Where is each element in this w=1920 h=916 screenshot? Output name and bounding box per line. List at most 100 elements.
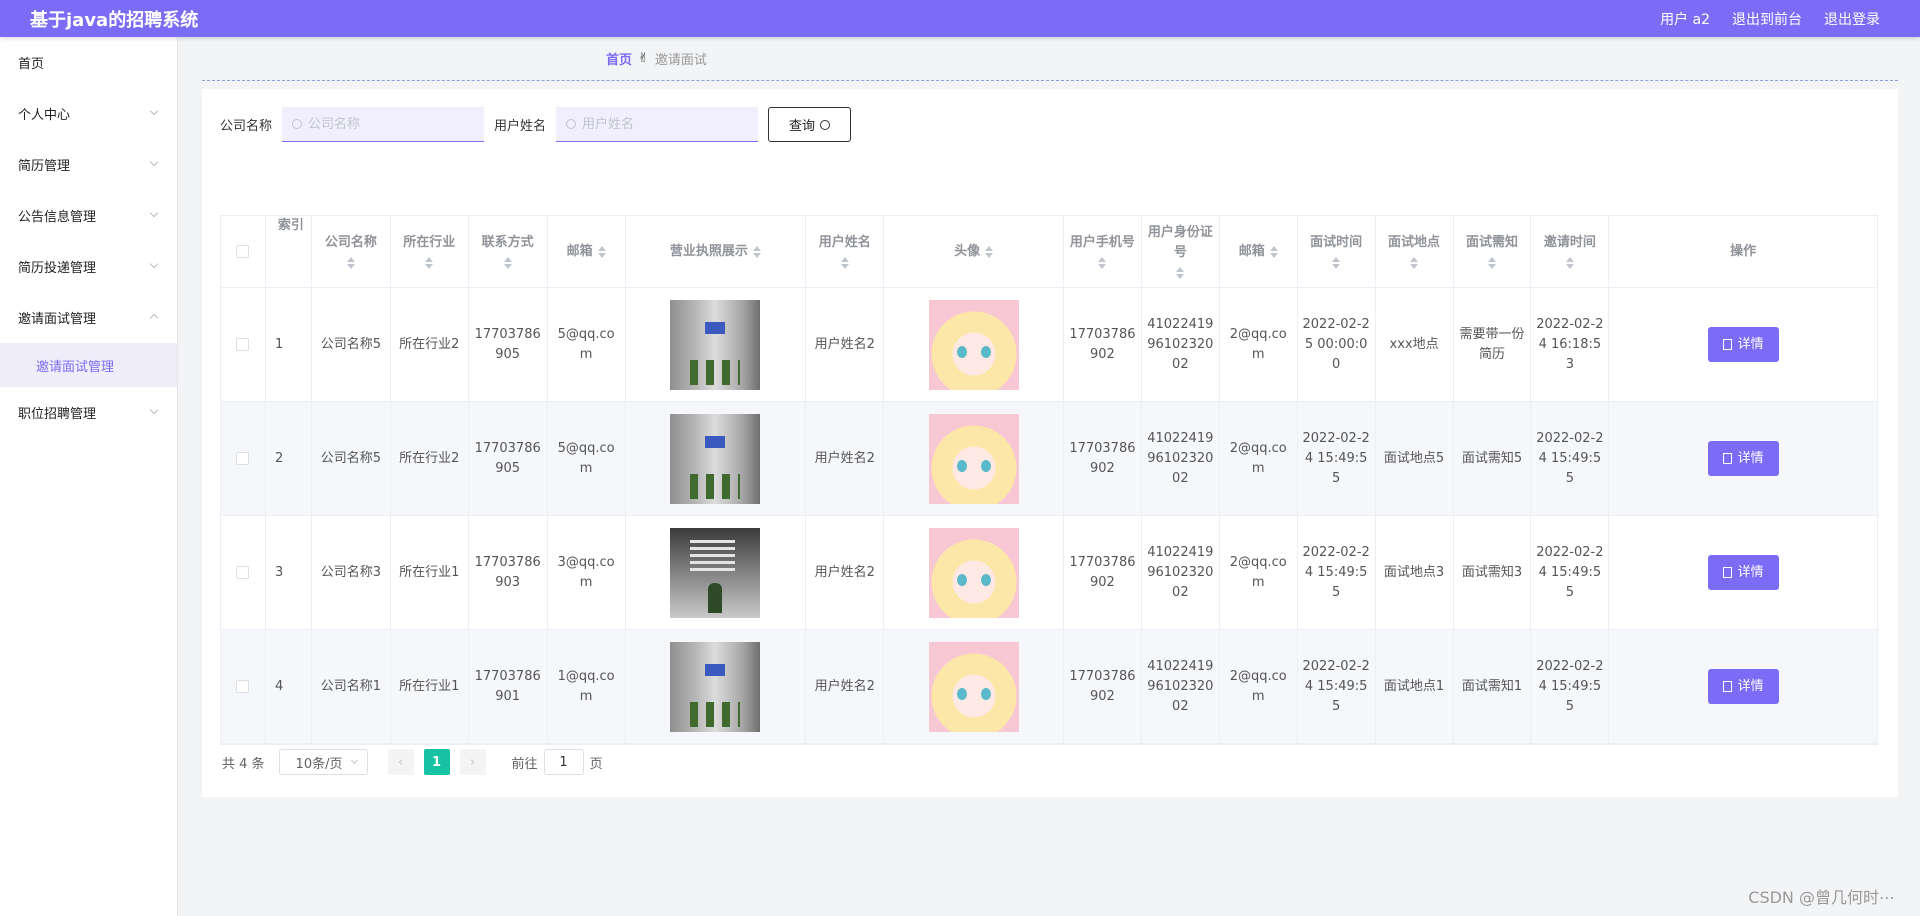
sort-icon[interactable] [1410, 255, 1419, 271]
query-button[interactable]: 查询 [768, 107, 852, 142]
license-image[interactable] [670, 641, 761, 732]
sort-icon[interactable] [1565, 255, 1574, 271]
detail-button[interactable]: 详情 [1707, 555, 1779, 590]
cell-user-phone: 17703786902 [1064, 516, 1142, 629]
username-search-input[interactable] [582, 116, 743, 132]
cell-user-phone: 17703786902 [1064, 288, 1142, 401]
header-company[interactable]: 公司名称 [312, 216, 391, 287]
current-user[interactable]: 用户 a2 [1660, 9, 1710, 29]
company-label: 公司名称 [220, 119, 273, 134]
sidebar-item-interview-invite[interactable]: 邀请面试管理 [0, 292, 177, 343]
company-search-input[interactable] [308, 116, 469, 132]
cell-interview-time: 2022-02-24 15:49:55 [1298, 402, 1376, 515]
prev-page-button[interactable]: ‹ [387, 749, 414, 775]
sort-icon[interactable] [1269, 244, 1278, 260]
sort-icon[interactable] [1098, 255, 1107, 271]
cell-user-idcard: 410224199610232002 [1142, 516, 1220, 629]
license-image[interactable] [670, 413, 761, 504]
page-number-current[interactable]: 1 [423, 749, 450, 775]
header-email[interactable]: 邮箱 [548, 216, 626, 287]
cell-company: 公司名称1 [312, 630, 391, 743]
sort-icon[interactable] [425, 255, 434, 271]
next-page-button[interactable]: › [459, 749, 486, 775]
logout-link[interactable]: 退出登录 [1824, 9, 1880, 29]
license-image[interactable] [670, 299, 761, 390]
sidebar-item-announcement[interactable]: 公告信息管理 [0, 190, 177, 241]
sort-icon[interactable] [840, 255, 849, 271]
page-size-select[interactable]: 10条/页 [278, 749, 368, 775]
breadcrumb-current: 邀请面试 [654, 53, 707, 68]
sidebar-item-label: 简历管理 [18, 159, 71, 174]
sidebar-item-label: 简历投递管理 [18, 261, 97, 276]
header-user-idcard[interactable]: 用户身份证号 [1142, 216, 1220, 287]
header-actions: 操作 [1730, 243, 1757, 259]
cell-contact: 17703786903 [469, 516, 548, 629]
detail-button[interactable]: 详情 [1707, 441, 1779, 476]
sort-icon[interactable] [597, 244, 606, 260]
cell-index: 1 [266, 288, 312, 401]
cell-industry: 所在行业1 [391, 516, 469, 629]
username-label: 用户姓名 [494, 119, 547, 134]
cell-user-idcard: 410224199610232002 [1142, 402, 1220, 515]
sidebar-item-job-posting[interactable]: 职位招聘管理 [0, 387, 177, 438]
goto-page-input[interactable]: 1 [543, 749, 584, 775]
sidebar-item-resume[interactable]: 简历管理 [0, 139, 177, 190]
row-checkbox[interactable] [236, 452, 250, 465]
cell-username: 用户姓名2 [806, 516, 885, 629]
table-row: 4 公司名称1 所在行业1 17703786901 1@qq.com 用户姓名2… [221, 630, 1877, 744]
sort-icon[interactable] [1176, 265, 1185, 281]
sidebar-item-label: 公告信息管理 [18, 210, 97, 225]
cell-user-email: 2@qq.com [1220, 402, 1298, 515]
header-interview-place[interactable]: 面试地点 [1376, 216, 1454, 287]
cell-email: 1@qq.com [548, 630, 626, 743]
detail-button[interactable]: 详情 [1707, 669, 1779, 704]
sort-icon[interactable] [985, 244, 994, 260]
pagination-total: 共 4 条 [222, 756, 265, 772]
sort-icon[interactable] [752, 244, 761, 260]
sort-icon[interactable] [503, 255, 512, 271]
exit-to-front-link[interactable]: 退出到前台 [1732, 9, 1802, 29]
license-image[interactable] [670, 527, 761, 618]
chevron-down-icon [149, 157, 159, 167]
table-row: 2 公司名称5 所在行业2 17703786905 5@qq.com 用户姓名2… [221, 402, 1877, 516]
cell-interview-time: 2022-02-25 00:00:00 [1298, 288, 1376, 401]
header-interview-notice[interactable]: 面试需知 [1454, 216, 1532, 287]
avatar-image[interactable] [928, 299, 1019, 390]
cell-invite-time: 2022-02-24 15:49:55 [1531, 630, 1610, 743]
cell-industry: 所在行业2 [391, 288, 469, 401]
chevron-down-icon [149, 106, 159, 116]
header-user-phone[interactable]: 用户手机号 [1064, 216, 1142, 287]
sort-icon[interactable] [346, 255, 355, 271]
sidebar-item-resume-delivery[interactable]: 简历投递管理 [0, 241, 177, 292]
sidebar-item-personal-center[interactable]: 个人中心 [0, 88, 177, 139]
sidebar-item-label: 首页 [18, 57, 45, 72]
avatar-image[interactable] [928, 527, 1019, 618]
table-row: 1 公司名称5 所在行业2 17703786905 5@qq.com 用户姓名2… [221, 288, 1877, 402]
sidebar-subitem-interview-invite[interactable]: 邀请面试管理 [0, 343, 177, 387]
chevron-down-icon [149, 405, 159, 415]
header-interview-time[interactable]: 面试时间 [1298, 216, 1376, 287]
header-username[interactable]: 用户姓名 [806, 216, 885, 287]
sidebar-item-home[interactable]: 首页 [0, 37, 177, 88]
header-industry[interactable]: 所在行业 [391, 216, 469, 287]
sort-icon[interactable] [1332, 255, 1341, 271]
header-invite-time[interactable]: 邀请时间 [1531, 216, 1610, 287]
cell-interview-notice: 面试需知1 [1454, 630, 1532, 743]
cell-index: 4 [266, 630, 312, 743]
detail-button[interactable]: 详情 [1707, 327, 1779, 362]
row-checkbox[interactable] [236, 566, 250, 579]
header-avatar[interactable]: 头像 [884, 216, 1064, 287]
avatar-image[interactable] [928, 413, 1019, 504]
header-user-email[interactable]: 邮箱 [1220, 216, 1298, 287]
row-checkbox[interactable] [236, 680, 250, 693]
header-license[interactable]: 营业执照展示 [626, 216, 807, 287]
breadcrumb-home[interactable]: 首页 [606, 49, 632, 68]
avatar-image[interactable] [928, 641, 1019, 732]
select-all-checkbox[interactable] [236, 245, 250, 258]
header-contact[interactable]: 联系方式 [469, 216, 548, 287]
cell-invite-time: 2022-02-24 16:18:53 [1531, 288, 1610, 401]
cell-email: 5@qq.com [548, 402, 626, 515]
cell-company: 公司名称5 [312, 288, 391, 401]
sort-icon[interactable] [1487, 255, 1496, 271]
row-checkbox[interactable] [236, 338, 250, 351]
